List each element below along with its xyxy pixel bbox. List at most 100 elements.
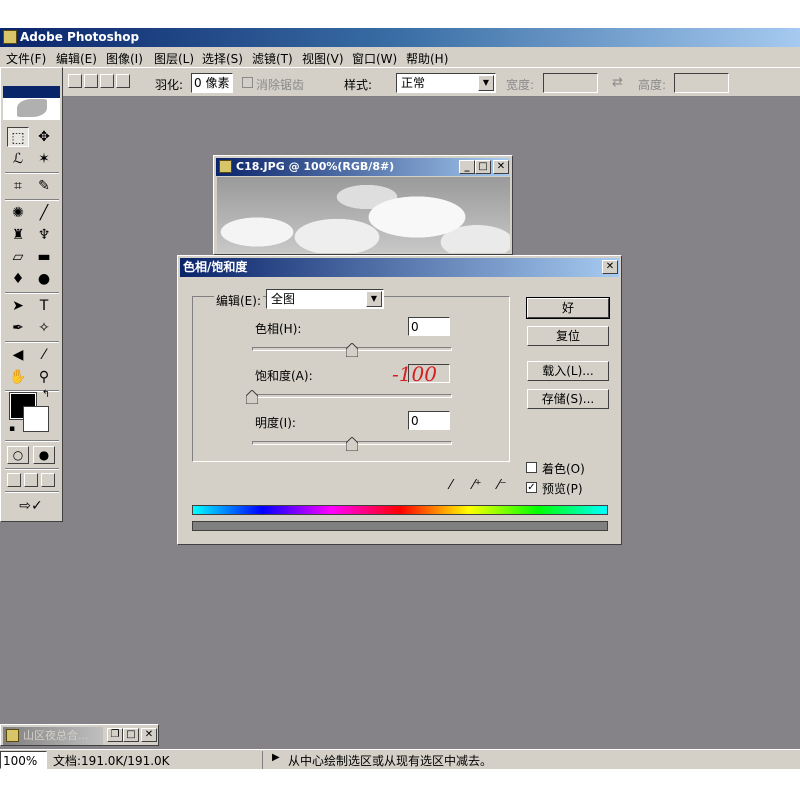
brush-tool-icon[interactable]: ╱ bbox=[33, 203, 55, 223]
saturation-slider-track[interactable] bbox=[252, 394, 452, 398]
path-select-tool-icon[interactable]: ➤ bbox=[7, 296, 29, 316]
add-selection-icon[interactable] bbox=[84, 74, 98, 88]
feather-label: 羽化: bbox=[155, 78, 184, 92]
hue-input[interactable]: 0 bbox=[408, 317, 450, 336]
hue-label: 色相(H): bbox=[255, 322, 302, 336]
width-input[interactable] bbox=[543, 73, 598, 93]
menu-view[interactable]: 视图(V) bbox=[302, 50, 344, 67]
maximize-icon[interactable]: □ bbox=[123, 728, 139, 742]
feather-input[interactable]: 0 像素 bbox=[191, 73, 233, 93]
eyedropper-plus-icon[interactable]: ⁄⁺ bbox=[466, 476, 488, 496]
document-title: C18.JPG @ 100%(RGB/8#) bbox=[236, 160, 395, 173]
style-value: 正常 bbox=[401, 76, 426, 90]
eraser-tool-icon[interactable]: ▱ bbox=[7, 247, 29, 267]
standard-mode-icon[interactable]: ○ bbox=[7, 446, 29, 464]
menu-file[interactable]: 文件(F) bbox=[6, 50, 46, 67]
zoom-input[interactable]: 100% bbox=[0, 751, 47, 769]
jump-to-imageready-icon[interactable]: ⇨✓ bbox=[7, 496, 55, 516]
document-window: C18.JPG @ 100%(RGB/8#) _ □ ✕ bbox=[213, 155, 513, 255]
colorize-label: 着色(O) bbox=[542, 462, 585, 476]
toolbox-header bbox=[3, 86, 60, 120]
document-image[interactable] bbox=[217, 177, 510, 253]
maximize-icon[interactable]: □ bbox=[475, 160, 491, 174]
screen-mode-standard-icon[interactable] bbox=[7, 473, 21, 487]
background-color-swatch[interactable] bbox=[23, 406, 49, 432]
feather-logo-icon bbox=[17, 99, 47, 117]
lightness-input[interactable]: 0 bbox=[408, 411, 450, 430]
minimized-window-title: 山区夜总合... bbox=[23, 729, 89, 742]
eyedropper-minus-icon[interactable]: ⁄⁻ bbox=[491, 476, 513, 496]
antialias-label: 消除锯齿 bbox=[256, 78, 305, 92]
hand-tool-icon[interactable]: ✋ bbox=[7, 367, 29, 387]
height-input[interactable] bbox=[674, 73, 729, 93]
document-icon bbox=[6, 729, 19, 742]
preview-checkbox[interactable]: ✓ bbox=[526, 482, 537, 493]
menu-filter[interactable]: 滤镜(T) bbox=[252, 50, 293, 67]
pen-tool-icon[interactable]: ✒ bbox=[7, 318, 29, 338]
menu-window[interactable]: 窗口(W) bbox=[352, 50, 397, 67]
gradient-tool-icon[interactable]: ▬ bbox=[33, 247, 55, 267]
menu-edit[interactable]: 编辑(E) bbox=[56, 50, 97, 67]
quick-mask-icon[interactable]: ● bbox=[33, 446, 55, 464]
colorize-checkbox[interactable] bbox=[526, 462, 537, 473]
zoom-tool-icon[interactable]: ⚲ bbox=[33, 367, 55, 387]
menu-bar: 文件(F) 编辑(E) 图像(I) 图层(L) 选择(S) 滤镜(T) 视图(V… bbox=[0, 47, 800, 67]
style-select[interactable]: 正常 ▼ bbox=[396, 73, 496, 93]
restore-icon[interactable]: ❐ bbox=[107, 728, 123, 742]
hue-saturation-dialog: 色相/饱和度 ✕ 编辑(E): 全图 ▼ 色相(H): 0 饱和度(A): -1… bbox=[177, 255, 622, 545]
antialias-checkbox[interactable] bbox=[242, 77, 253, 88]
eyedropper-tool-icon[interactable]: ⁄ bbox=[33, 345, 55, 365]
subtract-selection-icon[interactable] bbox=[100, 74, 114, 88]
screen-mode-full-icon[interactable] bbox=[41, 473, 55, 487]
healing-brush-icon[interactable]: ✺ bbox=[7, 203, 29, 223]
status-menu-arrow-icon[interactable]: ▶ bbox=[272, 752, 280, 763]
swap-colors-icon[interactable]: ↰ bbox=[39, 388, 53, 402]
close-icon[interactable]: ✕ bbox=[141, 728, 157, 742]
dialog-close-icon[interactable]: ✕ bbox=[602, 260, 618, 274]
crop-tool-icon[interactable]: ⌗ bbox=[7, 176, 29, 196]
close-icon[interactable]: ✕ bbox=[493, 160, 509, 174]
hue-slider-thumb[interactable] bbox=[346, 343, 358, 357]
minimized-window[interactable]: 山区夜总合... ❐ □ ✕ bbox=[0, 724, 159, 746]
intersect-selection-icon[interactable] bbox=[116, 74, 130, 88]
default-colors-icon[interactable]: ▪ bbox=[6, 423, 18, 435]
style-label: 样式: bbox=[344, 78, 373, 92]
doc-info: 文档:191.0K/191.0K bbox=[53, 754, 170, 768]
dialog-title-bar[interactable]: 色相/饱和度 bbox=[180, 258, 619, 277]
saturation-input[interactable] bbox=[408, 364, 450, 383]
ok-button[interactable]: 好 bbox=[526, 297, 610, 319]
save-button[interactable]: 存储(S)... bbox=[527, 389, 609, 409]
lasso-tool-icon[interactable]: ℒ bbox=[7, 149, 29, 169]
eyedropper-icon[interactable]: ⁄ bbox=[440, 476, 462, 496]
dodge-tool-icon[interactable]: ● bbox=[33, 269, 55, 289]
marquee-tool-icon[interactable]: ⬚ bbox=[7, 127, 29, 147]
saturation-slider-thumb[interactable] bbox=[246, 390, 258, 404]
menu-help[interactable]: 帮助(H) bbox=[406, 50, 448, 67]
move-tool-icon[interactable]: ✥ bbox=[33, 127, 55, 147]
slice-tool-icon[interactable]: ✎ bbox=[33, 176, 55, 196]
chevron-down-icon: ▼ bbox=[478, 75, 494, 91]
edit-value: 全图 bbox=[271, 292, 296, 306]
blur-tool-icon[interactable]: ♦ bbox=[7, 269, 29, 289]
menu-image[interactable]: 图像(I) bbox=[106, 50, 143, 67]
menu-select[interactable]: 选择(S) bbox=[202, 50, 243, 67]
new-selection-icon[interactable] bbox=[68, 74, 82, 88]
shape-tool-icon[interactable]: ✧ bbox=[33, 318, 55, 338]
swap-dimensions-icon[interactable]: ⇄ bbox=[612, 75, 623, 90]
status-hint: 从中心绘制选区或从现有选区中减去。 bbox=[288, 754, 493, 768]
lightness-slider-thumb[interactable] bbox=[346, 437, 358, 451]
type-tool-icon[interactable]: T bbox=[33, 296, 55, 316]
magic-wand-tool-icon[interactable]: ✶ bbox=[33, 149, 55, 169]
screen-mode-full-menu-icon[interactable] bbox=[24, 473, 38, 487]
reset-button[interactable]: 复位 bbox=[527, 326, 609, 346]
minimized-window-title-bar[interactable]: 山区夜总合... bbox=[3, 727, 103, 745]
options-bar: 羽化: 0 像素 消除锯齿 样式: 正常 ▼ 宽度: ⇄ 高度: bbox=[0, 67, 800, 97]
stamp-tool-icon[interactable]: ♜ bbox=[7, 225, 29, 245]
minimize-icon[interactable]: _ bbox=[459, 160, 475, 174]
notes-tool-icon[interactable]: ◀ bbox=[7, 345, 29, 365]
history-brush-icon[interactable]: ♆ bbox=[33, 225, 55, 245]
preview-label: 预览(P) bbox=[542, 482, 583, 496]
load-button[interactable]: 载入(L)... bbox=[527, 361, 609, 381]
edit-select[interactable]: 全图 ▼ bbox=[266, 289, 384, 309]
menu-layer[interactable]: 图层(L) bbox=[154, 50, 194, 67]
